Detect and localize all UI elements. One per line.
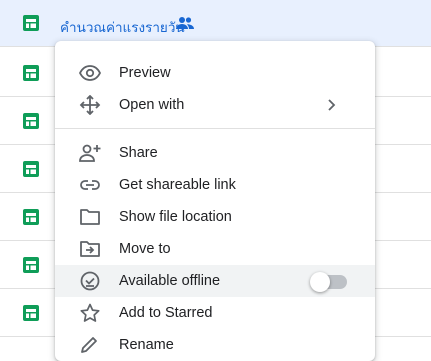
link-icon <box>79 175 101 195</box>
menu-label-available-offline: Available offline <box>119 273 221 289</box>
menu-item-available-offline[interactable]: Available offline <box>55 265 375 297</box>
menu-label-show-file-location: Show file location <box>119 209 232 225</box>
offline-check-icon <box>79 271 101 291</box>
chevron-right-icon <box>327 98 337 112</box>
google-sheets-icon <box>23 65 39 81</box>
menu-item-open-with[interactable]: Open with <box>55 89 375 121</box>
menu-label-get-shareable-link: Get shareable link <box>119 177 236 193</box>
menu-item-add-to-starred[interactable]: Add to Starred <box>55 297 375 329</box>
menu-item-rename[interactable]: Rename <box>55 329 375 361</box>
google-sheets-icon <box>23 305 39 321</box>
menu-item-move-to[interactable]: Move to <box>55 233 375 265</box>
menu-label-share: Share <box>119 145 158 161</box>
move-arrows-icon <box>79 95 101 115</box>
star-icon <box>79 303 101 323</box>
menu-label-rename: Rename <box>119 337 174 353</box>
menu-item-show-file-location[interactable]: Show file location <box>55 201 375 233</box>
pencil-icon <box>79 335 101 355</box>
menu-label-preview: Preview <box>119 65 171 81</box>
shared-people-icon <box>176 16 194 30</box>
file-row-selected[interactable]: คำนวณค่าแรงรายวัน <box>0 0 431 47</box>
google-sheets-icon <box>23 15 39 31</box>
menu-item-share[interactable]: Share <box>55 137 375 169</box>
eye-icon <box>79 63 101 83</box>
google-sheets-icon <box>23 257 39 273</box>
menu-label-open-with: Open with <box>119 97 185 113</box>
offline-toggle-thumb[interactable] <box>310 272 330 292</box>
google-sheets-icon <box>23 209 39 225</box>
context-menu: Preview Open with Share Get shareable li… <box>55 41 375 361</box>
menu-label-add-to-starred: Add to Starred <box>119 305 213 321</box>
menu-label-move-to: Move to <box>119 241 171 257</box>
google-sheets-icon <box>23 113 39 129</box>
file-name[interactable]: คำนวณค่าแรงรายวัน <box>60 16 185 38</box>
menu-item-preview[interactable]: Preview <box>55 57 375 89</box>
add-person-icon <box>79 143 101 163</box>
move-to-folder-icon <box>79 239 101 259</box>
menu-item-get-shareable-link[interactable]: Get shareable link <box>55 169 375 201</box>
menu-divider <box>55 128 375 129</box>
folder-icon <box>79 207 101 227</box>
google-sheets-icon <box>23 161 39 177</box>
